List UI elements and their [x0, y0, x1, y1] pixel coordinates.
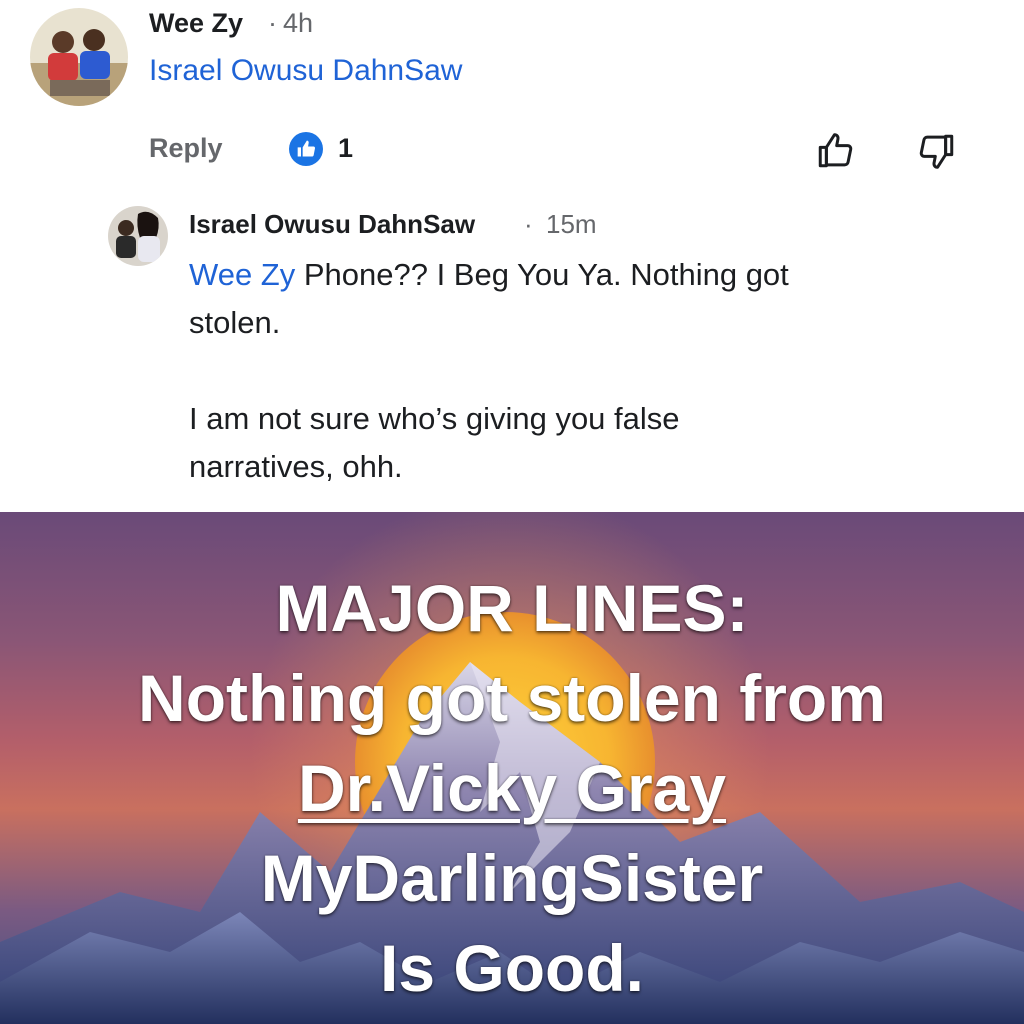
reply-author[interactable]: Israel Owusu DahnSaw	[189, 209, 475, 240]
reaction-count[interactable]: 1	[338, 133, 353, 164]
mention-link[interactable]: Wee Zy	[189, 257, 295, 292]
banner-name-underlined: Dr.Vicky Gray	[297, 751, 727, 825]
reply-text-line: stolen.	[189, 305, 281, 340]
avatar[interactable]	[108, 206, 168, 266]
comment-text-mention[interactable]: Israel Owusu DahnSaw	[149, 54, 462, 88]
banner-headline: MAJOR LINES:	[275, 571, 749, 645]
comment-timestamp: 4h	[283, 8, 314, 38]
reply-text: Wee Zy Phone?? I Beg You Ya. Nothing got…	[189, 251, 949, 491]
banner-text-line: MyDarlingSister	[260, 841, 764, 915]
reply-timestamp: 15m	[546, 209, 597, 239]
avatar[interactable]	[30, 8, 128, 106]
banner-text-line: Is Good.	[380, 931, 644, 1005]
banner-text-line: Nothing got stolen from	[138, 661, 886, 735]
reply-button[interactable]: Reply	[149, 133, 223, 164]
reply-text-line: I am not sure who’s giving you false	[189, 401, 680, 436]
separator-dot: ·	[268, 8, 277, 38]
banner-image: MAJOR LINES: Nothing got stolen from Dr.…	[0, 512, 1024, 1024]
thumbs-up-icon	[289, 132, 323, 166]
thumbs-up-outline-icon[interactable]	[815, 129, 857, 171]
reply-text-line: Phone?? I Beg You Ya. Nothing got	[295, 257, 789, 292]
separator-dot: ·	[524, 209, 533, 239]
thumbs-down-outline-icon[interactable]	[915, 131, 957, 173]
reply-text-line: narratives, ohh.	[189, 449, 403, 484]
comment-author[interactable]: Wee Zy	[149, 8, 243, 39]
